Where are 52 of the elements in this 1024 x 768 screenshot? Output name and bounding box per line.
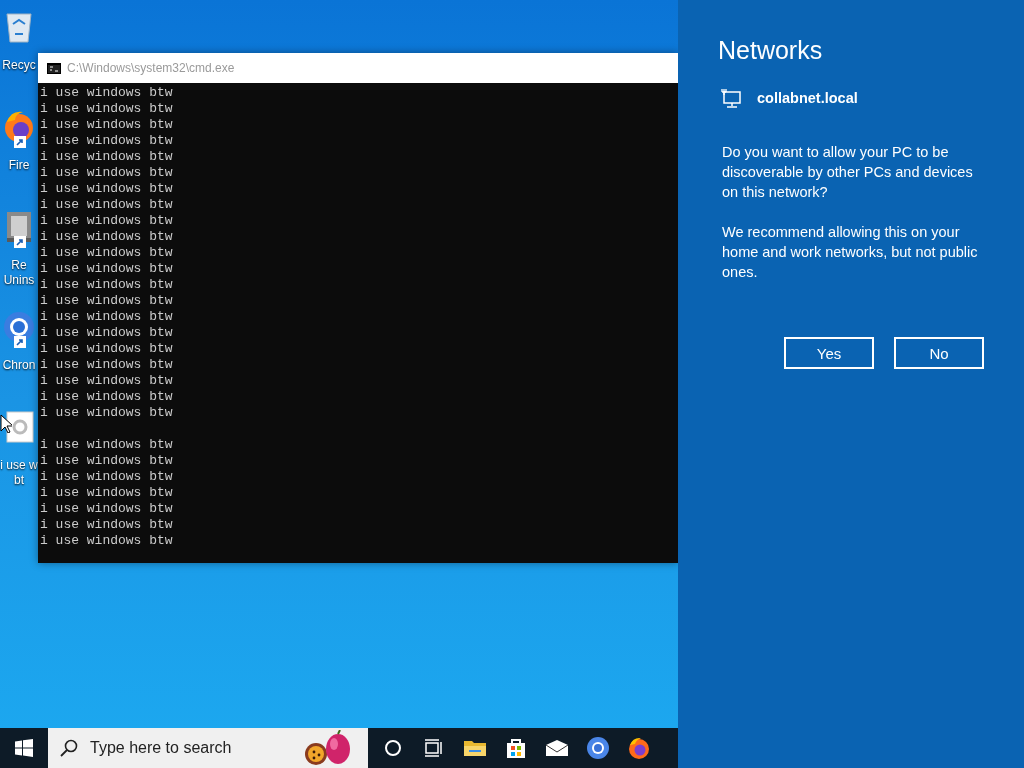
search-box[interactable]: Type here to search: [48, 728, 368, 768]
icon-label: i use w: [0, 458, 38, 473]
console-line: i use windows btw: [40, 293, 173, 309]
console-line: i use windows btw: [40, 245, 173, 261]
panel-title: Networks: [718, 35, 824, 66]
firefox-icon: [626, 736, 651, 760]
console-line: i use windows btw: [40, 405, 173, 421]
console-line: i use windows btw: [40, 149, 173, 165]
chrome-icon: [585, 736, 610, 760]
console-line: i use windows btw: [40, 101, 173, 117]
prompt-text: We recommend allowing this on your home and work networks, but not public ones.: [722, 223, 979, 282]
console-line: i use windows btw: [40, 437, 173, 453]
console-line: i use windows btw: [40, 133, 173, 149]
window-title: C:\Windows\system32\cmd.exe: [67, 61, 235, 75]
icon-label: Unins: [3, 273, 35, 288]
answer-button[interactable]: No: [894, 337, 984, 369]
icon-label: Chron: [2, 358, 36, 373]
console-line: i use windows btw: [40, 181, 173, 197]
icon-label: Recyc: [2, 58, 36, 73]
console-line: i use windows btw: [40, 85, 173, 101]
answer-button[interactable]: Yes: [784, 337, 874, 369]
search-icon: [60, 739, 78, 757]
network-name: collabnet.local: [757, 90, 858, 106]
console-line: i use windows btw: [40, 501, 173, 517]
console-line: i use windows btw: [40, 389, 173, 405]
console-line: i use windows btw: [40, 357, 173, 373]
console-line: i use windows btw: [40, 229, 173, 245]
console-line: i use windows btw: [40, 325, 173, 341]
console-line: i use windows btw: [40, 213, 173, 229]
mouse-pointer-icon: [0, 414, 12, 433]
icon-label: bt: [14, 473, 24, 488]
console-icon: [47, 62, 61, 74]
console-line: i use windows btw: [40, 197, 173, 213]
console-line: i use windows btw: [40, 517, 173, 533]
console-line: i use windows btw: [40, 165, 173, 181]
icon-label: Re: [11, 258, 27, 273]
console-line: i use windows btw: [40, 485, 173, 501]
console-line: i use windows btw: [40, 117, 173, 133]
console-line: i use windows btw: [40, 469, 173, 485]
prompt-text: Do you want to allow your PC to be discoverable by other PCs and devices on this network?: [722, 143, 974, 202]
console-line: i use windows btw: [40, 373, 173, 389]
console-line: i use windows btw: [40, 277, 173, 293]
console-line: i use windows btw: [40, 309, 173, 325]
windows-logo-icon: [15, 739, 33, 757]
search-input[interactable]: Type here to search: [88, 738, 292, 758]
console-line: i use windows btw: [40, 533, 173, 549]
console-line: i use windows btw: [40, 261, 173, 277]
console-line: i use windows btw: [40, 453, 173, 469]
console-line: i use windows btw: [40, 341, 173, 357]
fruit-drawing: [302, 730, 352, 766]
network-monitor-icon: [719, 88, 741, 108]
icon-label: Fire: [8, 158, 30, 173]
